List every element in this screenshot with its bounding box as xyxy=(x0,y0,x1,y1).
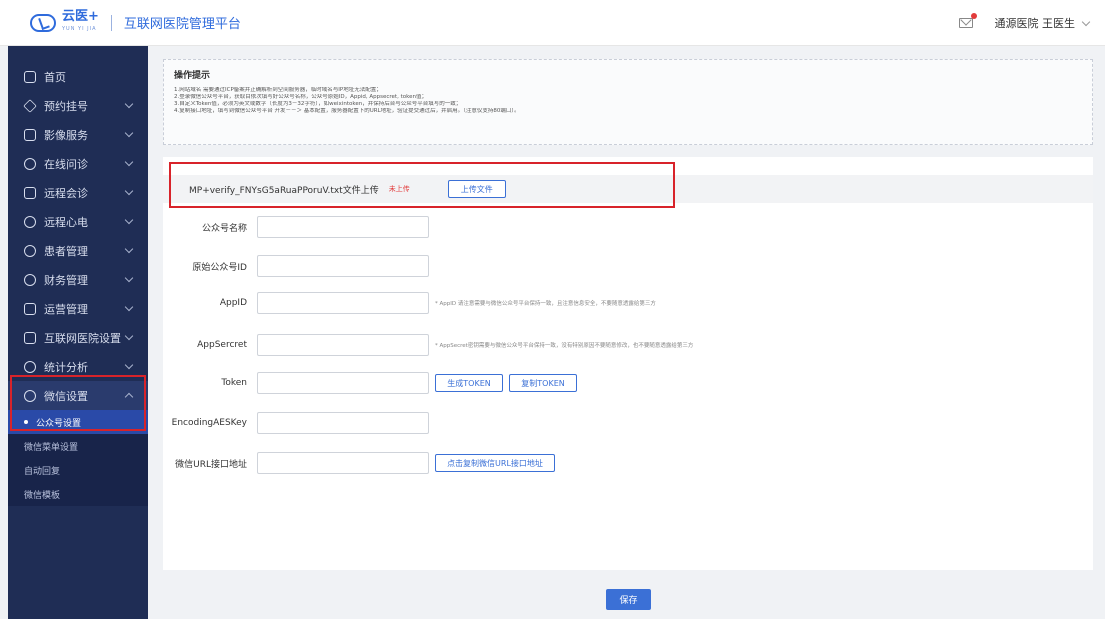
form-row-appsecret: AppSercret * AppSecret密钥需要与微信公众号平台保持一致，没… xyxy=(163,334,693,356)
appsecret-label: AppSercret xyxy=(197,340,247,350)
submenu-label: 微信菜单设置 xyxy=(24,442,79,453)
operation-tips: 操作提示 1.网站域名 需要通过ICP备案并正确解析到空间服务器，临时域名与IP… xyxy=(163,59,1093,145)
highlight-box-upload xyxy=(169,162,675,208)
chevron-down-icon xyxy=(124,215,134,225)
chevron-down-icon[interactable] xyxy=(1081,17,1091,26)
appsecret-input[interactable] xyxy=(257,334,429,356)
tips-line-1: 1.网站域名 需要通过ICP备案并正确解析到空间服务器，临时域名与IP地址无法配… xyxy=(174,87,382,93)
tips-title: 操作提示 xyxy=(174,71,211,81)
sidebar-item-label: 远程会诊 xyxy=(44,186,88,200)
settings-panel: MP+verify_FNYsG5aRuaPPoruV.txt文件上传 未上传 上… xyxy=(163,157,1093,570)
url-input[interactable] xyxy=(257,452,429,474)
sidebar-item-remote-consult[interactable]: 远程会诊 xyxy=(8,178,148,207)
sidebar-item-imaging[interactable]: 影像服务 xyxy=(8,120,148,149)
aes-key-label: EncodingAESKey xyxy=(171,418,247,428)
logo-name: 云医+ xyxy=(62,8,99,24)
chevron-down-icon xyxy=(124,360,134,370)
origin-id-label: 原始公众号ID xyxy=(192,262,247,273)
tips-line-2: 2.登录微信公众号平台，获取目依次填写好公众号名称，公众号原始ID，Appid,… xyxy=(174,94,427,100)
notification-badge xyxy=(970,13,977,19)
sidebar-item-label: 患者管理 xyxy=(44,244,88,258)
stats-icon xyxy=(24,360,36,373)
logo-sub: YUN YI JIA xyxy=(62,25,97,32)
form-row-account-name: 公众号名称 xyxy=(163,216,429,238)
chevron-down-icon xyxy=(124,157,134,167)
save-button[interactable]: 保存 xyxy=(606,589,651,610)
form-row-token: Token 生成TOKEN 复制TOKEN xyxy=(163,372,577,394)
header-right: 通源医院 王医生 xyxy=(958,0,1091,46)
generate-token-button[interactable]: 生成TOKEN xyxy=(435,374,503,392)
appid-label: AppID xyxy=(219,298,247,308)
operation-icon xyxy=(24,302,36,315)
message-icon[interactable] xyxy=(958,13,977,28)
top-header: 云医+ YUN YI JIA 互联网医院管理平台 通源医院 王医生 xyxy=(0,0,1105,46)
account-name-label: 公众号名称 xyxy=(201,223,247,234)
logo: 云医+ YUN YI JIA xyxy=(30,8,99,35)
sidebar-item-online-consult[interactable]: 在线问诊 xyxy=(8,149,148,178)
chevron-down-icon xyxy=(124,186,134,196)
appid-hint: * AppID 请注意需要与微信公众号平台保持一致，且注意信息安全，不要随意透露… xyxy=(435,301,656,307)
patient-icon xyxy=(24,244,36,257)
finance-icon xyxy=(24,273,36,286)
logo-text: 云医+ YUN YI JIA xyxy=(62,8,99,35)
token-input[interactable] xyxy=(257,372,429,394)
sidebar-item-label: 统计分析 xyxy=(44,360,88,374)
sidebar-item-label: 影像服务 xyxy=(44,128,88,142)
tips-line-3: 3.自定义Token值，必须为英文或数字（长度为3－32字符），如weixint… xyxy=(174,101,462,107)
submenu-item-templates[interactable]: 微信模板 xyxy=(8,482,148,506)
sidebar: 首页 预约挂号 影像服务 在线问诊 远程会诊 远程心电 患者管理 财务管理 运营… xyxy=(8,46,148,619)
remote-consult-icon xyxy=(24,186,36,199)
sidebar-item-finance[interactable]: 财务管理 xyxy=(8,265,148,294)
submenu-item-auto-reply[interactable]: 自动回复 xyxy=(8,458,148,482)
consult-icon xyxy=(24,157,36,170)
hospital-settings-icon xyxy=(24,331,36,344)
copy-url-button[interactable]: 点击复制微信URL接口地址 xyxy=(435,454,555,472)
sidebar-item-label: 预约挂号 xyxy=(44,99,88,113)
sidebar-item-patient[interactable]: 患者管理 xyxy=(8,236,148,265)
chevron-down-icon xyxy=(124,331,134,341)
header-divider xyxy=(110,14,112,31)
sidebar-item-remote-ecg[interactable]: 远程心电 xyxy=(8,207,148,236)
appid-input[interactable] xyxy=(257,292,429,314)
form-row-aes-key: EncodingAESKey xyxy=(163,412,429,434)
appointment-icon xyxy=(23,98,37,113)
form-row-url: 微信URL接口地址 点击复制微信URL接口地址 xyxy=(163,452,555,474)
cloud-logo-icon xyxy=(30,13,56,32)
sidebar-item-operation[interactable]: 运营管理 xyxy=(8,294,148,323)
sidebar-item-home[interactable]: 首页 xyxy=(8,62,148,91)
form-row-origin-id: 原始公众号ID xyxy=(163,255,429,277)
url-label: 微信URL接口地址 xyxy=(175,459,247,470)
chevron-down-icon xyxy=(124,99,134,109)
copy-token-button[interactable]: 复制TOKEN xyxy=(509,374,577,392)
form-row-appid: AppID * AppID 请注意需要与微信公众号平台保持一致，且注意信息安全，… xyxy=(163,292,656,314)
highlight-box-sidebar xyxy=(10,375,146,431)
aes-key-input[interactable] xyxy=(257,412,429,434)
appsecret-hint: * AppSecret密钥需要与微信公众号平台保持一致，没有特别原因不要随意修改… xyxy=(435,343,694,349)
chevron-down-icon xyxy=(124,273,134,283)
account-name-input[interactable] xyxy=(257,216,429,238)
sidebar-item-label: 运营管理 xyxy=(44,302,88,316)
home-icon xyxy=(24,70,36,83)
sidebar-item-label: 首页 xyxy=(44,70,66,84)
chevron-down-icon xyxy=(124,244,134,254)
platform-title: 互联网医院管理平台 xyxy=(123,17,241,32)
submenu-label: 自动回复 xyxy=(24,466,61,477)
origin-id-input[interactable] xyxy=(257,255,429,277)
sidebar-item-appointment[interactable]: 预约挂号 xyxy=(8,91,148,120)
sidebar-item-hospital-settings[interactable]: 互联网医院设置 xyxy=(8,323,148,352)
tips-line-4: 4.复制接口地址，填写到微信公众号平台 开发－－＞ 基本配置，服务器配置下的UR… xyxy=(174,108,520,114)
submenu-item-menu-settings[interactable]: 微信菜单设置 xyxy=(8,434,148,458)
user-name[interactable]: 通源医院 王医生 xyxy=(995,15,1076,31)
chevron-down-icon xyxy=(124,128,134,138)
sidebar-item-label: 在线问诊 xyxy=(44,157,88,171)
chevron-down-icon xyxy=(124,302,134,312)
sidebar-item-label: 远程心电 xyxy=(44,215,88,229)
imaging-icon xyxy=(24,128,36,141)
submenu-label: 微信模板 xyxy=(24,490,61,501)
token-label: Token xyxy=(221,378,247,388)
sidebar-item-label: 财务管理 xyxy=(44,273,88,287)
heart-icon xyxy=(24,215,36,228)
sidebar-item-label: 互联网医院设置 xyxy=(44,331,121,345)
